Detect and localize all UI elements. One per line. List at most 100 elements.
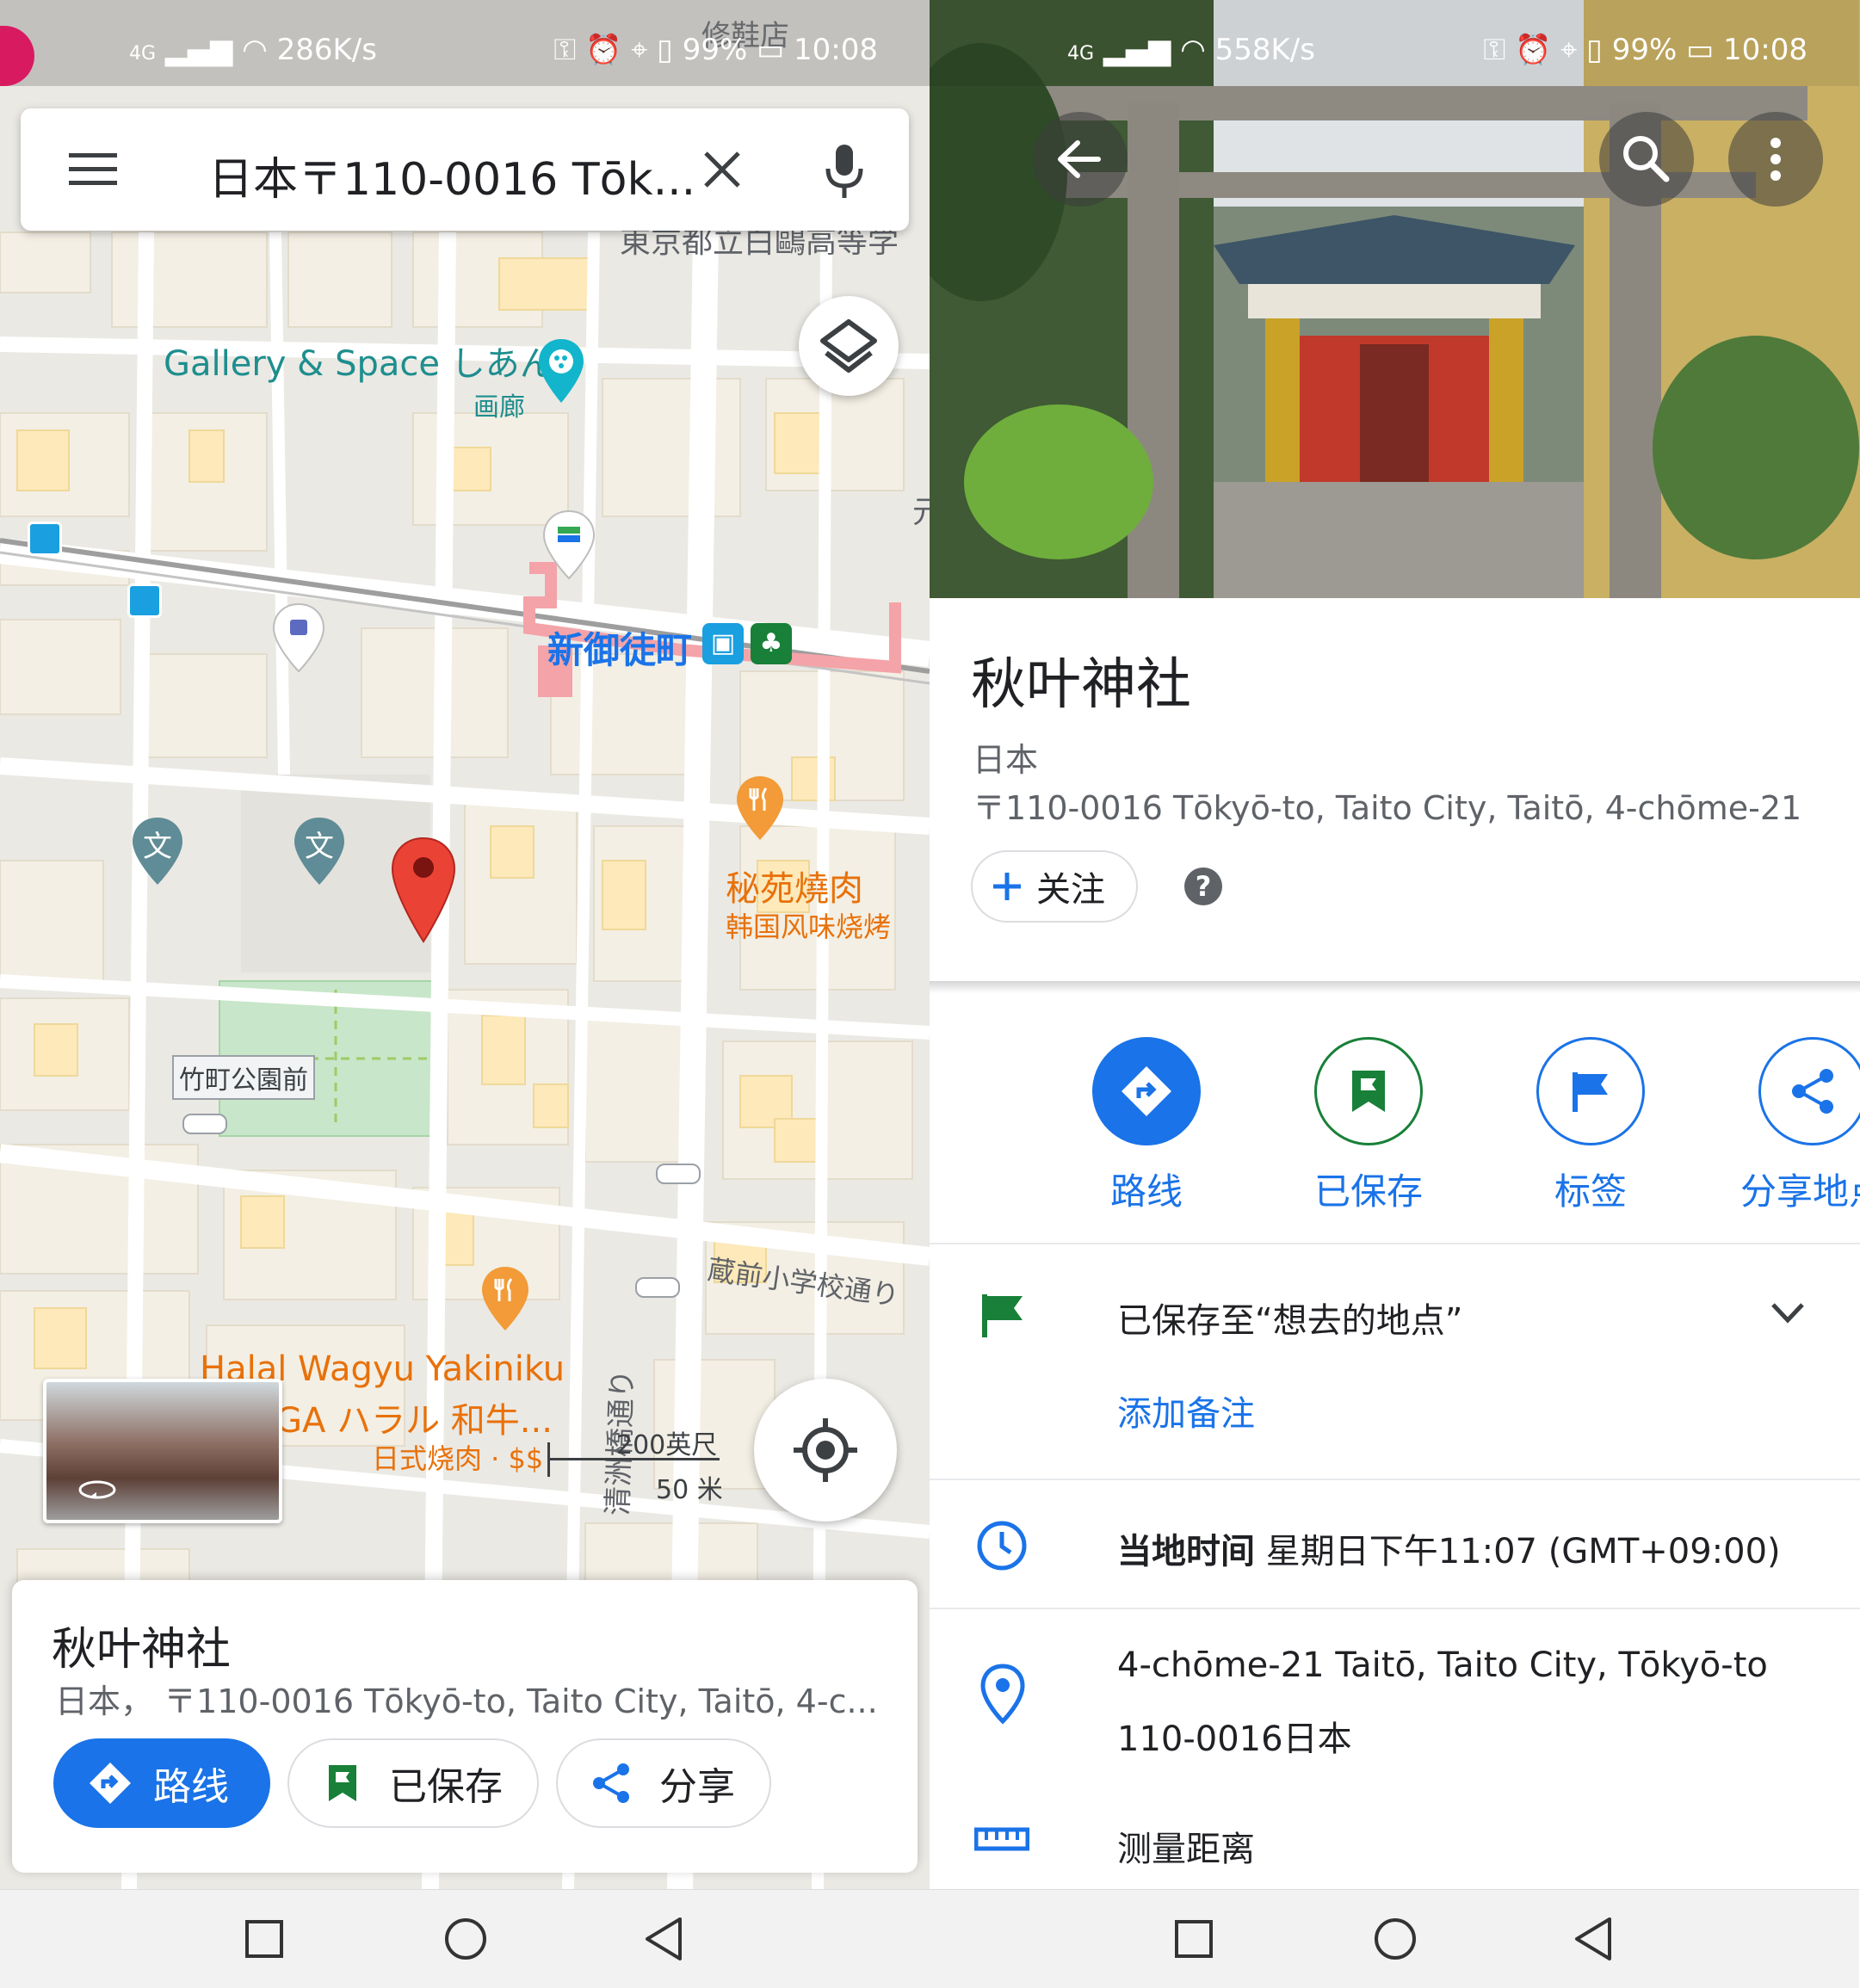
map-edge-label: 元 — [912, 495, 930, 530]
voice-search-icon[interactable] — [823, 143, 866, 200]
selected-place-pin-icon[interactable] — [389, 835, 458, 947]
ruler-icon — [974, 1827, 1029, 1851]
directions-button[interactable]: 路线 — [53, 1738, 270, 1828]
scale-feet: 200英尺 — [616, 1430, 718, 1460]
battery-icon: ▭ — [757, 33, 785, 67]
status-bar: 4G ▂▄▆ ◠ 286K/s ⚿ ⏰ ⌖ ▯ 99% ▭ 10:08 — [0, 0, 930, 86]
back-icon[interactable] — [642, 1916, 685, 1962]
network-speed: 558K/s — [1214, 33, 1315, 67]
address-line-1: 4-chōme-21 Taitō, Taito City, Tōkyō-to — [1117, 1645, 1768, 1685]
map-screen: 修鞋店 東京都立白鷗高等学 Gallery & Space しあん 画廊 新御徒… — [0, 0, 930, 1988]
status-right: ⚿ ⏰ ⌖ ▯ 99% ▭ 10:08 — [553, 33, 878, 67]
place-photo[interactable] — [930, 0, 1860, 598]
park-station-icon[interactable]: ♣ — [751, 623, 792, 664]
my-location-button[interactable] — [754, 1379, 897, 1522]
clock-icon — [977, 1521, 1027, 1571]
traffic-light-icon — [182, 1114, 227, 1134]
restaurant-2-subname: GA ハラル 和牛... — [275, 1401, 553, 1441]
alarm-icon: ⏰ — [585, 33, 622, 67]
search-button[interactable] — [1599, 112, 1694, 207]
add-note-link[interactable]: 添加备注 — [1117, 1386, 1255, 1435]
local-time-label: 当地时间 — [1117, 1532, 1255, 1571]
place-summary-card[interactable]: 秋叶神社 日本， 〒110-0016 Tōkyō-to, Taito City,… — [12, 1580, 918, 1873]
menu-icon[interactable] — [65, 148, 120, 191]
follow-label: 关注 — [1036, 870, 1105, 910]
train-station-icon[interactable]: ▣ — [702, 623, 744, 664]
restaurant-1-name[interactable]: 秘苑燒肉 — [726, 861, 863, 911]
local-time-row: 当地时间 星期日下午11:07 (GMT+09:00) — [930, 1480, 1860, 1606]
search-bar[interactable]: 日本〒110-0016 Tōk... — [21, 108, 909, 231]
map-label-gallery[interactable]: Gallery & Space しあん 画廊 — [164, 336, 554, 423]
bank-pin-icon[interactable] — [270, 602, 327, 675]
directions-label: 路线 — [1109, 1170, 1183, 1213]
gallery-pin-icon[interactable] — [535, 337, 587, 406]
measure-distance-row[interactable]: 测量距离 — [930, 1799, 1860, 1885]
status-left: 4G ▂▄▆ ◠ 558K/s — [1067, 33, 1315, 67]
restaurant-pin-icon[interactable] — [479, 1265, 532, 1334]
clock-time: 10:08 — [1723, 33, 1807, 67]
signal-icon: ▂▄▆ — [1103, 33, 1171, 67]
battery-percent: 99% — [1611, 33, 1678, 67]
scale-meters: 50 米 — [656, 1475, 723, 1505]
more-vert-icon — [1770, 138, 1781, 181]
share-label: 分享 — [659, 1765, 735, 1809]
share-circle[interactable] — [1758, 1037, 1860, 1145]
park-stop-label[interactable]: 竹町公園前 — [172, 1055, 315, 1100]
bus-stop-icon[interactable] — [127, 583, 162, 618]
street-view-thumbnail[interactable] — [43, 1379, 282, 1523]
recent-apps-icon[interactable] — [243, 1917, 286, 1960]
bus-stop-icon[interactable] — [28, 522, 62, 556]
share-button[interactable]: 分享 — [556, 1738, 771, 1828]
directions-action[interactable]: 路线 — [1060, 1037, 1233, 1215]
station-label[interactable]: 新御徒町 — [547, 621, 692, 674]
place-title: 秋叶神社 — [52, 1624, 232, 1676]
app-notification-icon — [0, 26, 34, 86]
search-query[interactable]: 日本〒110-0016 Tōk... — [208, 143, 695, 207]
share-place-action[interactable]: 分享地点 — [1727, 1037, 1860, 1215]
address-line-2: 110-0016日本 — [1117, 1719, 1352, 1759]
saved-list-row[interactable]: 已保存至“想去的地点” 添加备注 — [930, 1244, 1860, 1477]
label-action[interactable]: 标签 — [1505, 1037, 1677, 1215]
system-nav-bar — [930, 1889, 1859, 1988]
back-arrow-icon — [1058, 140, 1101, 178]
system-nav-bar — [0, 1889, 930, 1988]
status-bar: 4G ▂▄▆ ◠ 558K/s ⚿ ⏰ ⌖ ▯ 99% ▭ 10:08 — [930, 0, 1859, 86]
address-row[interactable]: 4-chōme-21 Taitō, Taito City, Tōkyō-to 1… — [930, 1609, 1860, 1781]
clear-search-icon[interactable] — [701, 148, 744, 191]
map-scale-bar: 200英尺 50 米 — [547, 1423, 754, 1505]
saved-circle[interactable] — [1314, 1037, 1423, 1145]
back-icon[interactable] — [1572, 1916, 1615, 1962]
store-pin-icon[interactable] — [541, 509, 597, 582]
local-time-value: 星期日下午11:07 (GMT+09:00) — [1265, 1532, 1781, 1571]
follow-button[interactable]: 关注 — [971, 850, 1138, 923]
location-status-icon: ⌖ — [631, 33, 648, 67]
saved-action[interactable]: 已保存 — [1282, 1037, 1455, 1215]
clock-time: 10:08 — [794, 33, 878, 67]
battery-icon: ▭ — [1686, 33, 1715, 67]
signal-icon: ▂▄▆ — [164, 33, 233, 67]
layers-button[interactable] — [799, 296, 899, 396]
label-label: 标签 — [1554, 1170, 1627, 1213]
search-icon — [1623, 136, 1670, 182]
saved-button[interactable]: 已保存 — [287, 1738, 539, 1828]
restaurant-pin-icon[interactable] — [733, 775, 787, 843]
wifi-icon: ◠ — [242, 33, 268, 67]
directions-circle[interactable] — [1092, 1037, 1201, 1145]
chevron-down-icon[interactable] — [1766, 1296, 1809, 1330]
recent-apps-icon[interactable] — [1172, 1917, 1215, 1960]
wifi-icon: ◠ — [1180, 33, 1206, 67]
360-view-icon — [78, 1480, 116, 1499]
help-icon[interactable]: ? — [1184, 867, 1222, 905]
place-address: 日本， 〒110-0016 Tōkyō-to, Taito City, Tait… — [55, 1682, 878, 1720]
alarm-icon: ⏰ — [1515, 33, 1552, 67]
restaurant-1-type: 韩国风味烧烤 — [726, 911, 892, 943]
more-options-button[interactable] — [1728, 112, 1823, 207]
local-time-text: 当地时间 星期日下午11:07 (GMT+09:00) — [1117, 1523, 1781, 1573]
label-circle[interactable] — [1536, 1037, 1645, 1145]
school-icon-glyph: 文 — [305, 830, 334, 864]
share-place-label: 分享地点 — [1740, 1170, 1860, 1213]
home-icon[interactable] — [1372, 1916, 1418, 1962]
back-button[interactable] — [1033, 112, 1128, 207]
location-status-icon: ⌖ — [1560, 33, 1578, 67]
home-icon[interactable] — [442, 1916, 489, 1962]
